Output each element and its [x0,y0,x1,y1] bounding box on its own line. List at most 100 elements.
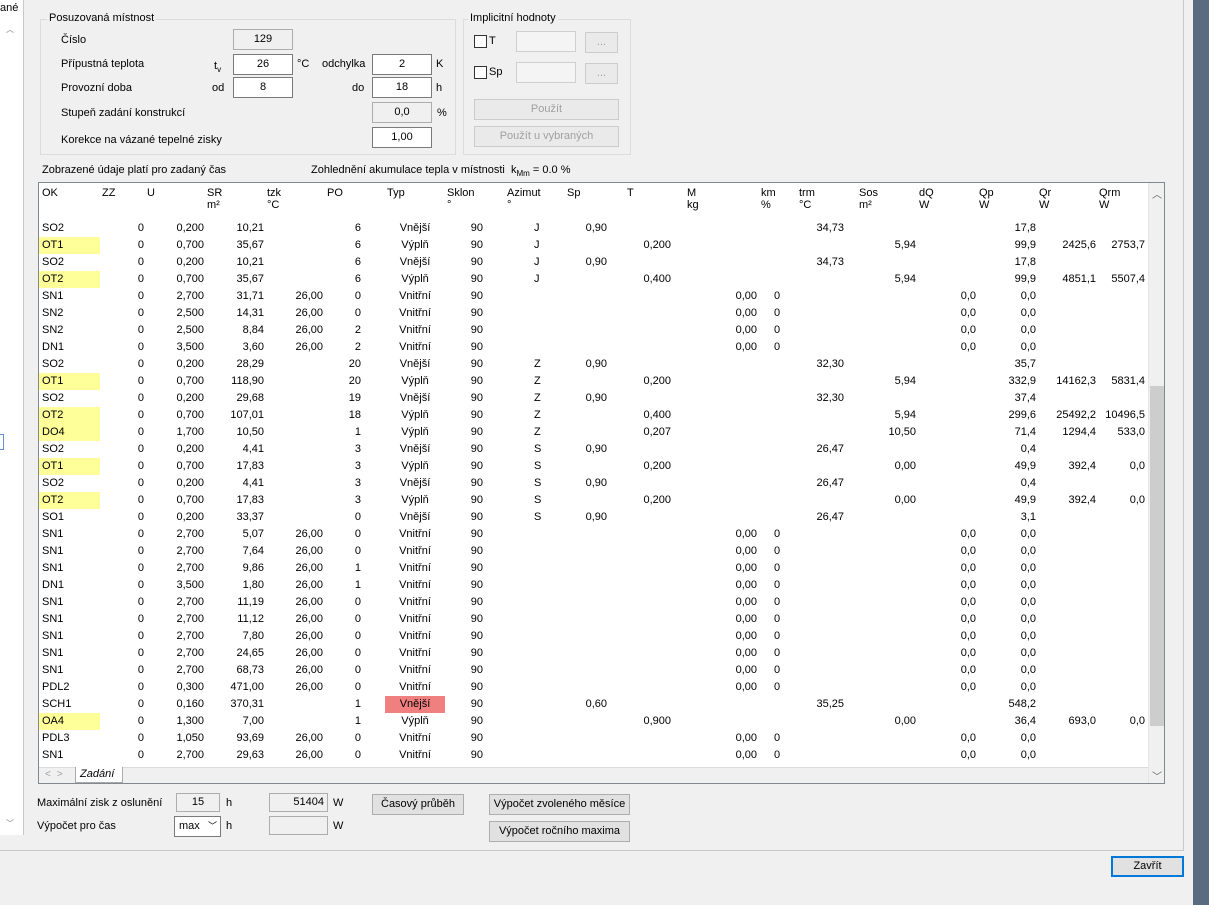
cell-sr[interactable]: 93,69 [207,730,264,747]
cell-qp[interactable]: 0,0 [979,322,1036,339]
cell-sr[interactable]: 4,41 [207,441,264,458]
cell-u[interactable]: 1,300 [147,713,204,730]
cell-sr[interactable]: 14,31 [207,305,264,322]
cell-km[interactable] [774,254,784,271]
cell-u[interactable]: 2,500 [147,322,204,339]
cell-sos[interactable] [859,526,916,543]
cell-m[interactable] [687,492,757,509]
cell-ok[interactable]: OT2 [39,407,100,424]
cell-sklon[interactable]: 90 [447,288,483,305]
cell-qp[interactable]: 17,8 [979,220,1036,237]
cell-typ[interactable]: Vnitřní [385,543,445,560]
cell-typ[interactable]: Vnitřní [385,730,445,747]
cell-qp[interactable]: 0,0 [979,560,1036,577]
cell-sklon[interactable]: 90 [447,305,483,322]
cell-azimut[interactable] [534,747,544,764]
cell-sos[interactable]: 5,94 [859,373,916,390]
cell-u[interactable]: 3,500 [147,339,204,356]
cell-dq[interactable]: 0,0 [919,594,976,611]
cell-trm[interactable] [799,560,844,577]
cell-azimut[interactable] [534,288,544,305]
cell-km[interactable]: 0 [774,747,784,764]
cell-azimut[interactable] [534,322,544,339]
cell-qrm[interactable] [1099,543,1145,560]
cell-ok[interactable]: SN1 [42,288,102,305]
month-calc-button[interactable]: Výpočet zvoleného měsíce [489,794,630,815]
cell-azimut[interactable] [534,543,544,560]
cell-zz[interactable]: 0 [102,254,144,271]
table-row[interactable]: DO4 0 1,700 10,50 1 Výplň 90 Z 0,207 10,50 71,4 129… [39,424,1148,441]
cell-qp[interactable]: 3,1 [979,509,1036,526]
cell-po[interactable]: 6 [327,220,361,237]
cell-qr[interactable] [1039,509,1096,526]
cell-po[interactable]: 3 [327,492,361,509]
cell-zz[interactable]: 0 [102,322,144,339]
cell-qr[interactable] [1039,305,1096,322]
cell-trm[interactable] [799,407,844,424]
cell-qrm[interactable]: 0,0 [1099,713,1145,730]
table-row[interactable]: SO2 0 0,200 29,68 19 Vnější 90 Z 0,90 32,30 37,4 [39,390,1148,407]
cell-qp[interactable]: 0,0 [979,628,1036,645]
cell-sklon[interactable]: 90 [447,679,483,696]
cell-trm[interactable] [799,662,844,679]
cell-typ[interactable]: Vnější [385,475,445,492]
cell-km[interactable]: 0 [774,526,784,543]
column-header-km[interactable]: km% [761,187,776,211]
cell-tzk[interactable]: 26,00 [267,339,323,356]
column-header-typ[interactable]: Typ [387,187,405,199]
t-checkbox[interactable] [474,35,487,48]
cell-trm[interactable] [799,271,844,288]
cell-sos[interactable] [859,339,916,356]
cell-tt[interactable] [627,662,671,679]
cell-trm[interactable] [799,373,844,390]
cell-dq[interactable]: 0,0 [919,628,976,645]
cell-m[interactable]: 0,00 [687,339,757,356]
table-row[interactable]: SN1 0 2,700 31,71 26,00 0 Vnitřní 90 0,00 0 0,0 0,0 [39,288,1148,305]
cell-ok[interactable]: OT2 [39,271,100,288]
cell-dq[interactable] [919,458,976,475]
cell-u[interactable]: 0,700 [147,237,204,254]
cell-dq[interactable]: 0,0 [919,611,976,628]
cell-qp[interactable]: 0,0 [979,288,1036,305]
cell-sos[interactable]: 0,00 [859,458,916,475]
cell-azimut[interactable] [534,713,544,730]
cell-ok[interactable]: SO2 [42,475,102,492]
cell-po[interactable]: 0 [327,628,361,645]
cell-sr[interactable]: 35,67 [207,271,264,288]
cell-ok[interactable]: SN2 [42,322,102,339]
table-row[interactable]: PDL2 0 0,300 471,00 26,00 0 Vnitřní 90 0,00 0 0,0 0… [39,679,1148,696]
cell-dq[interactable] [919,220,976,237]
cell-m[interactable]: 0,00 [687,679,757,696]
column-header-tzk[interactable]: tzk °C [267,187,281,211]
cell-trm[interactable] [799,305,844,322]
column-header-ok[interactable]: OK [42,187,58,199]
table-row[interactable]: SO2 0 0,200 10,21 6 Vnější 90 J 0,90 34,73 17,8 [39,254,1148,271]
cell-azimut[interactable] [534,662,544,679]
annual-max-button[interactable]: Výpočet ročního maxima [489,821,630,842]
table-row[interactable]: SO1 0 0,200 33,37 0 Vnější 90 S 0,90 26,47 3,1 [39,509,1148,526]
cell-u[interactable]: 0,300 [147,679,204,696]
table-row[interactable]: SO2 0 0,200 28,29 20 Vnější 90 Z 0,90 32,30 35,7 [39,356,1148,373]
cell-qp[interactable]: 49,9 [979,458,1036,475]
cell-trm[interactable]: 35,25 [799,696,844,713]
cell-km[interactable] [774,441,784,458]
cell-m[interactable]: 0,00 [687,526,757,543]
cell-sos[interactable]: 10,50 [859,424,916,441]
cell-dq[interactable] [919,713,976,730]
cell-po[interactable]: 0 [327,543,361,560]
cell-dq[interactable]: 0,0 [919,577,976,594]
table-row[interactable]: SN1 0 2,700 68,73 26,00 0 Vnitřní 90 0,00 0 0,0 0,0 [39,662,1148,679]
cell-zz[interactable]: 0 [102,288,144,305]
cell-sr[interactable]: 4,41 [207,475,264,492]
cell-sklon[interactable]: 90 [447,645,483,662]
cell-tt[interactable] [627,441,671,458]
cell-km[interactable]: 0 [774,611,784,628]
cell-azimut[interactable] [534,339,544,356]
cell-dq[interactable] [919,271,976,288]
table-row[interactable]: SN1 0 2,700 29,63 26,00 0 Vnitřní 90 0,00 0 0,0 0,0 [39,747,1148,764]
cell-dq[interactable]: 0,0 [919,305,976,322]
cell-zz[interactable]: 0 [102,271,144,288]
cell-trm[interactable]: 32,30 [799,390,844,407]
cell-km[interactable] [774,390,784,407]
cell-typ[interactable]: Vnitřní [385,611,445,628]
